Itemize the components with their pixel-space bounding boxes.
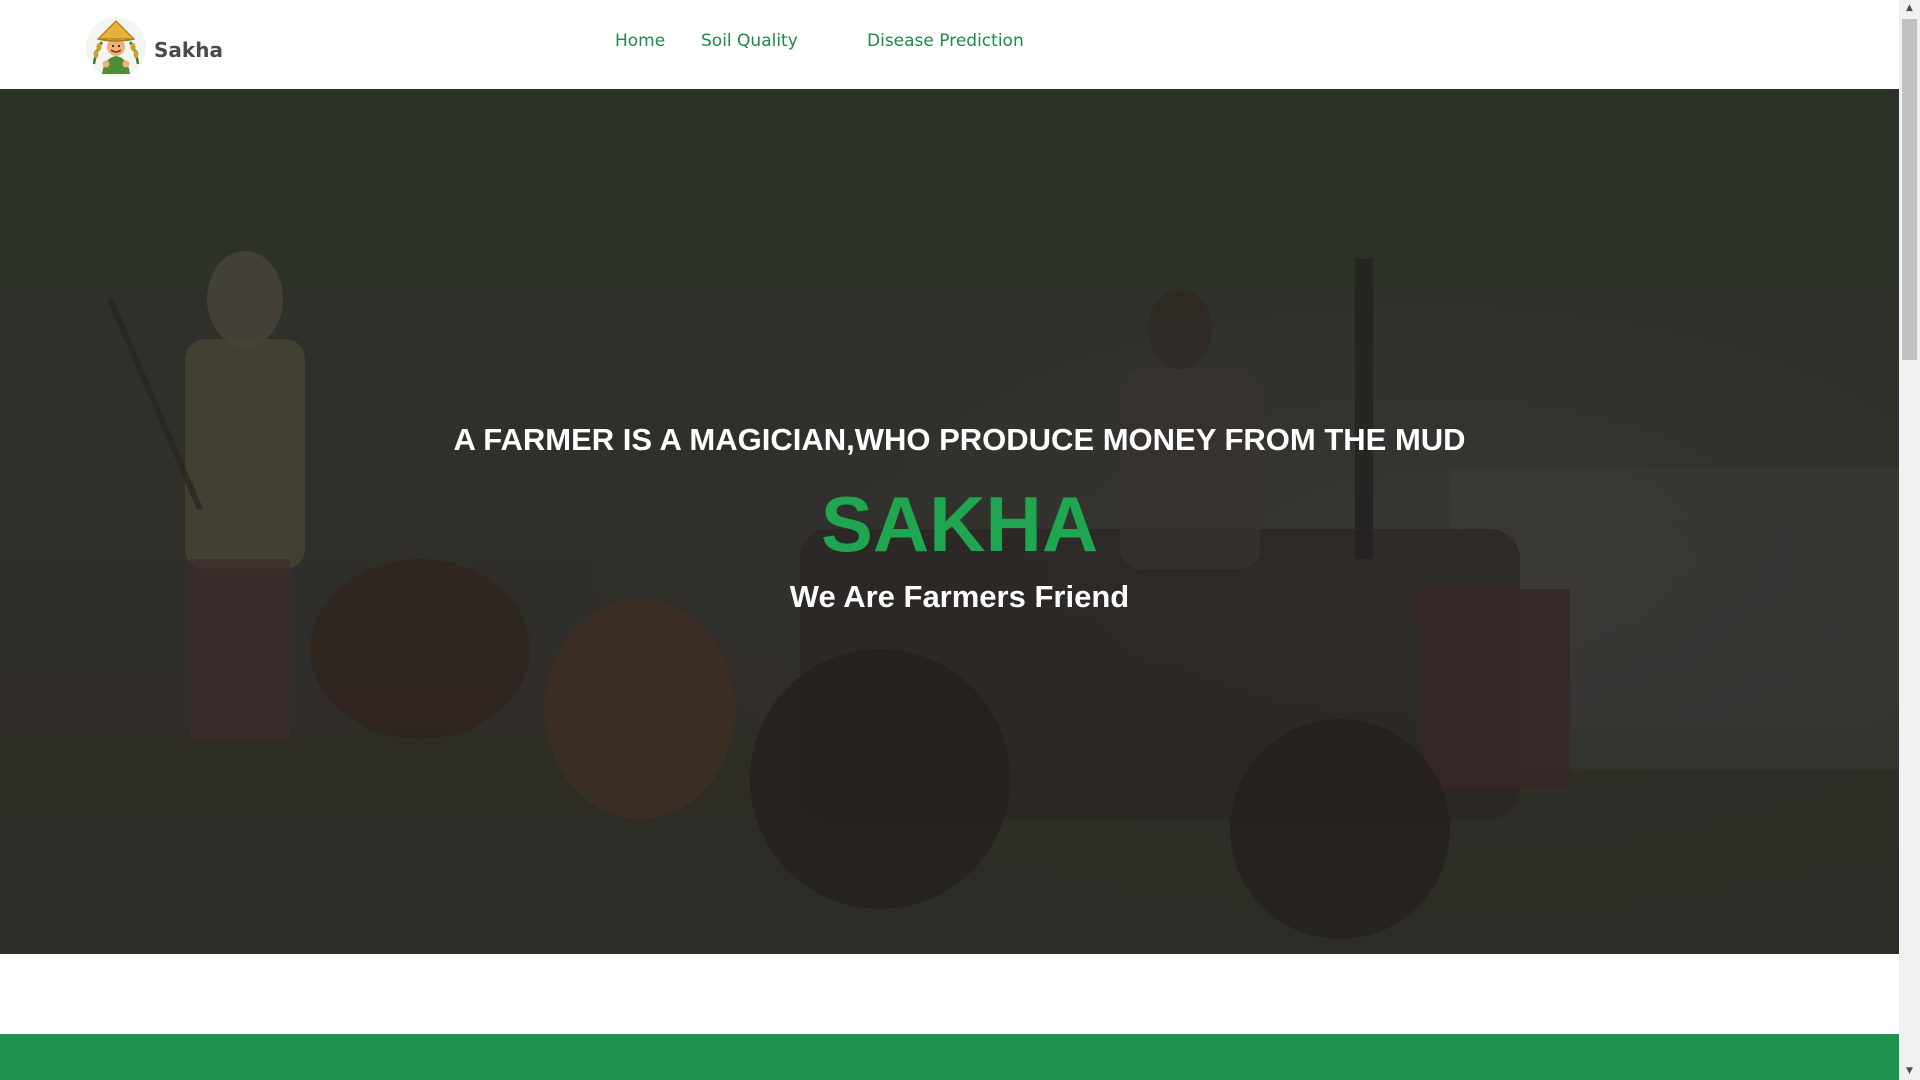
hero-section: A FARMER IS A MAGICIAN,WHO PRODUCE MONEY… <box>0 89 1899 954</box>
page: Sakha Home Soil Quality Disease Predicti… <box>0 0 1899 1080</box>
farmer-logo-icon <box>86 17 146 77</box>
green-section-band <box>0 1034 1899 1080</box>
scrollbar-thumb[interactable] <box>1902 19 1917 360</box>
hero-title: SAKHA <box>820 480 1099 568</box>
nav-link-home[interactable]: Home <box>615 31 665 51</box>
hero-content: A FARMER IS A MAGICIAN,WHO PRODUCE MONEY… <box>0 89 1899 954</box>
navbar: Sakha Home Soil Quality Disease Predicti… <box>0 0 1899 89</box>
arrow-up-icon[interactable]: ▲ <box>1899 0 1920 17</box>
page-scrollbar[interactable]: ▲ ▼ <box>1899 0 1920 1080</box>
brand-link[interactable]: Sakha <box>84 14 223 78</box>
nav-link-disease-prediction[interactable]: Disease Prediction <box>867 31 1024 51</box>
arrow-down-icon[interactable]: ▼ <box>1899 1063 1920 1080</box>
hero-subtitle: We Are Farmers Friend <box>789 579 1130 614</box>
nav-link-soil-quality[interactable]: Soil Quality <box>701 31 798 51</box>
hero-quote: A FARMER IS A MAGICIAN,WHO PRODUCE MONEY… <box>453 422 1466 457</box>
brand-name: Sakha <box>154 38 223 62</box>
